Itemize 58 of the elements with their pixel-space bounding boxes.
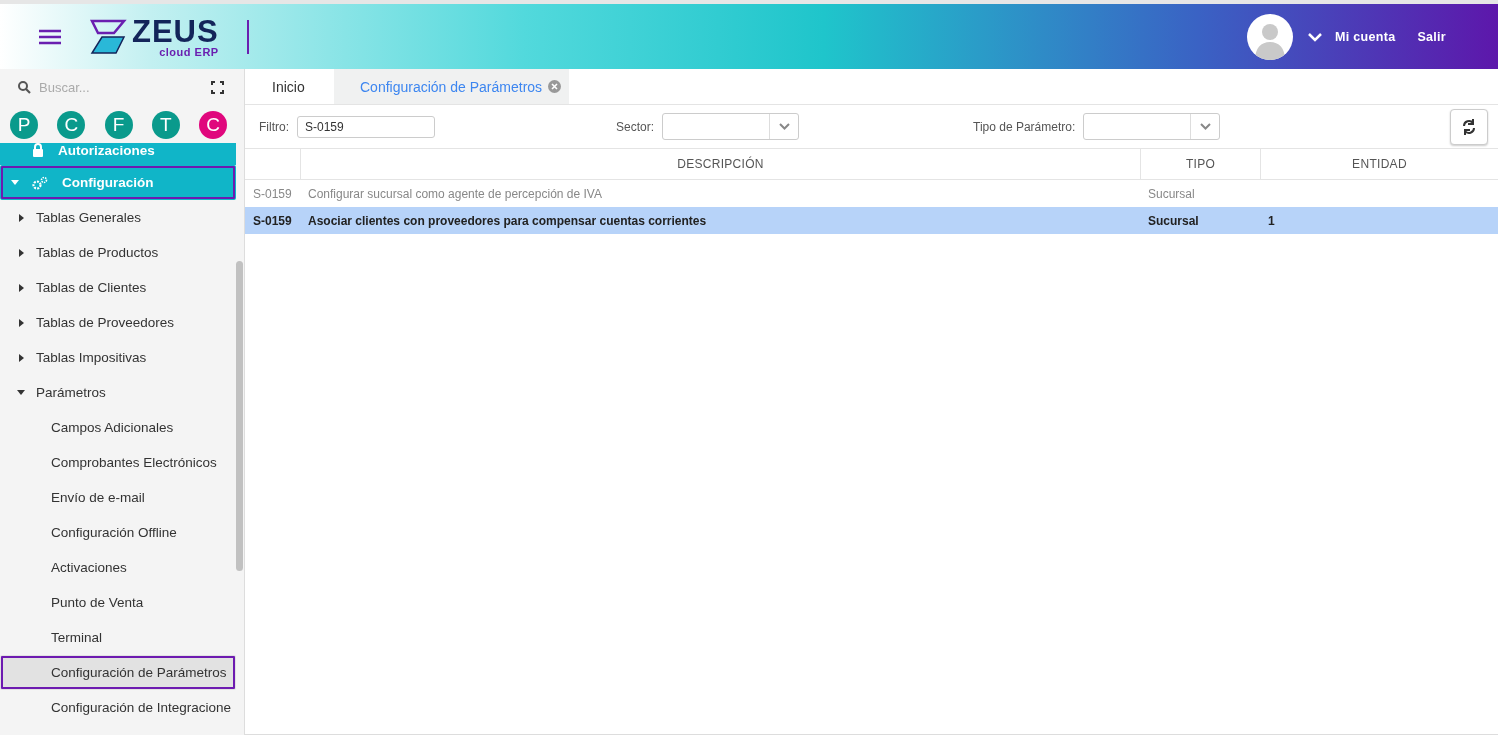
type-cell-text: Sucursal — [1147, 185, 1196, 203]
description-cell-text: Configurar sucursal como agente de percepción de IVA — [307, 185, 603, 203]
menu-item[interactable]: Tablas de Proveedores — [0, 305, 236, 340]
caret-right-icon — [18, 318, 24, 327]
filter-field[interactable]: S-0159 — [297, 115, 435, 138]
caret-right-icon — [18, 353, 24, 362]
logo-tagline: cloud ERP — [159, 46, 219, 58]
type-cell: Sucursal — [1140, 207, 1260, 234]
account-link[interactable]: Mi cuenta — [1335, 29, 1396, 44]
logout-link[interactable]: Salir — [1417, 29, 1446, 44]
menu-item[interactable]: Tablas Generales — [0, 200, 236, 235]
caret-right-icon — [18, 283, 24, 292]
menu-icon[interactable] — [38, 27, 62, 46]
entity-cell: 1 — [1260, 207, 1498, 234]
close-icon[interactable] — [548, 80, 562, 93]
scrollbar-thumb[interactable] — [236, 261, 243, 571]
code-cell: S-0159 — [245, 207, 300, 234]
menu-item[interactable]: Tablas de Productos — [0, 235, 236, 270]
menu-item[interactable]: Tablas de Clientes — [0, 270, 236, 305]
chevron-down-icon — [778, 123, 790, 130]
code-cell-text: S-0159 — [252, 185, 293, 203]
dropdown-field[interactable] — [1083, 113, 1221, 140]
refresh-button[interactable] — [1450, 108, 1488, 145]
refresh-icon — [1461, 117, 1477, 136]
column-header: DESCRIPCIÓN — [300, 149, 1140, 180]
logo-mark-icon — [88, 18, 128, 55]
caret-down-icon — [17, 390, 25, 395]
menu-item[interactable]: Punto de Venta — [0, 585, 236, 620]
caret-right-icon — [18, 213, 24, 222]
dropdown-field[interactable] — [662, 113, 799, 140]
chevron-down-icon — [1199, 123, 1211, 130]
caret-down-icon — [11, 180, 19, 185]
column-header: TIPO — [1140, 149, 1260, 180]
chevron-down-icon[interactable] — [1307, 31, 1324, 42]
description-cell: Asociar clientes con proveedores para compensar cuentas corrientes — [300, 207, 1140, 234]
fullscreen-icon[interactable] — [211, 80, 224, 94]
filter-label: Filtro: — [259, 119, 289, 134]
menu-item[interactable]: Parámetros — [0, 375, 236, 410]
menu-item[interactable]: Campos Adicionales — [0, 410, 236, 445]
menu-item[interactable]: Tablas Impositivas — [0, 340, 236, 375]
column-header: ENTIDAD — [1260, 149, 1498, 180]
menu-item[interactable]: Configuración de Parámetros — [0, 655, 236, 690]
parameter-type-label: Tipo de Parámetro: — [973, 119, 1076, 134]
logo-wordmark: ZEUS — [132, 15, 219, 47]
menu-item[interactable]: Terminal — [0, 620, 236, 655]
sector-label: Sector: — [616, 119, 654, 134]
gears-icon — [32, 175, 48, 190]
menu-item[interactable]: Configuración Offline — [0, 515, 236, 550]
shortcut-badge[interactable]: C — [199, 111, 227, 139]
caret-right-icon — [18, 248, 24, 257]
menu-item[interactable]: Activaciones — [0, 550, 236, 585]
menu-item[interactable]: Comprobantes Electrónicos — [0, 445, 236, 480]
lock-icon — [32, 143, 44, 157]
menu-item[interactable]: Configuración de Integracione — [0, 690, 236, 725]
tab[interactable]: Inicio — [245, 69, 334, 104]
search-icon — [18, 80, 31, 94]
search-field[interactable]: Buscar... — [39, 79, 203, 95]
menu-item[interactable]: Envío de e-mail — [0, 480, 236, 515]
